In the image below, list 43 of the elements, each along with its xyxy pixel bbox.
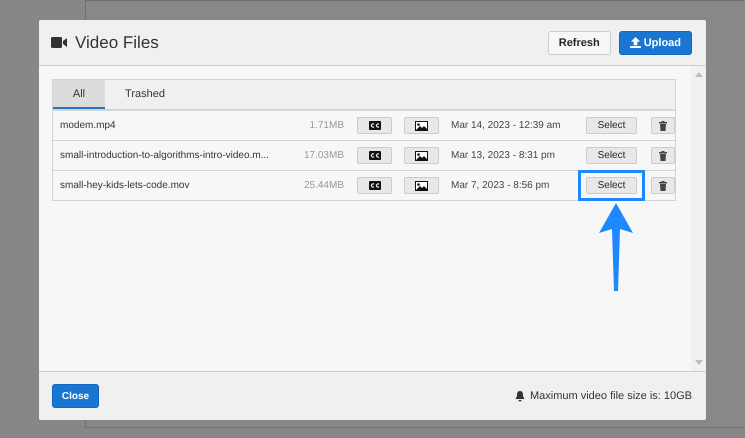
upload-date: Mar 14, 2023 - 12:39 am — [451, 120, 562, 131]
scrollbar[interactable] — [691, 66, 706, 371]
image-icon — [415, 150, 428, 160]
file-size: 1.71MB — [308, 120, 344, 131]
file-name: small-introduction-to-algorithms-intro-video.m... — [59, 150, 270, 161]
bell-icon — [515, 390, 525, 402]
captions-button[interactable] — [357, 117, 392, 134]
delete-button[interactable] — [651, 117, 675, 134]
upload-date: Mar 7, 2023 - 8:56 pm — [451, 180, 550, 191]
select-button[interactable]: Select — [586, 117, 637, 134]
file-size: 17.03MB — [302, 150, 344, 161]
upload-date: Mar 13, 2023 - 8:31 pm — [451, 150, 556, 161]
thumbnail-button[interactable] — [404, 147, 439, 164]
scroll-down-icon — [694, 360, 702, 365]
dialog-title: Video Files — [75, 32, 159, 52]
closed-captions-icon — [368, 181, 380, 190]
file-name: modem.mp4 — [59, 120, 117, 131]
refresh-button[interactable]: Refresh — [548, 30, 611, 54]
file-size-note: Maximum video file size is: 10GB — [530, 390, 692, 402]
thumbnail-button[interactable] — [404, 177, 439, 194]
close-button[interactable]: Close — [52, 384, 99, 408]
upload-icon — [630, 37, 641, 48]
image-icon — [415, 120, 428, 130]
file-size: 25.44MB — [302, 180, 344, 191]
closed-captions-icon — [368, 121, 380, 130]
select-button[interactable]: Select — [586, 177, 637, 194]
captions-button[interactable] — [357, 147, 392, 164]
tab[interactable]: Trashed — [105, 80, 185, 109]
trash-icon — [659, 150, 667, 160]
trash-icon — [659, 180, 667, 190]
trash-icon — [659, 120, 667, 130]
tab[interactable]: All — [53, 80, 105, 109]
closed-captions-icon — [368, 151, 380, 160]
upload-button[interactable]: Upload — [618, 30, 692, 54]
delete-button[interactable] — [651, 147, 675, 164]
scroll-up-icon — [694, 72, 702, 77]
video-camera-icon — [51, 37, 67, 48]
delete-button[interactable] — [651, 177, 675, 194]
select-button[interactable]: Select — [586, 147, 637, 164]
thumbnail-button[interactable] — [404, 117, 439, 134]
image-icon — [415, 180, 428, 190]
file-name: small-hey-kids-lets-code.mov — [59, 180, 190, 191]
captions-button[interactable] — [357, 177, 392, 194]
